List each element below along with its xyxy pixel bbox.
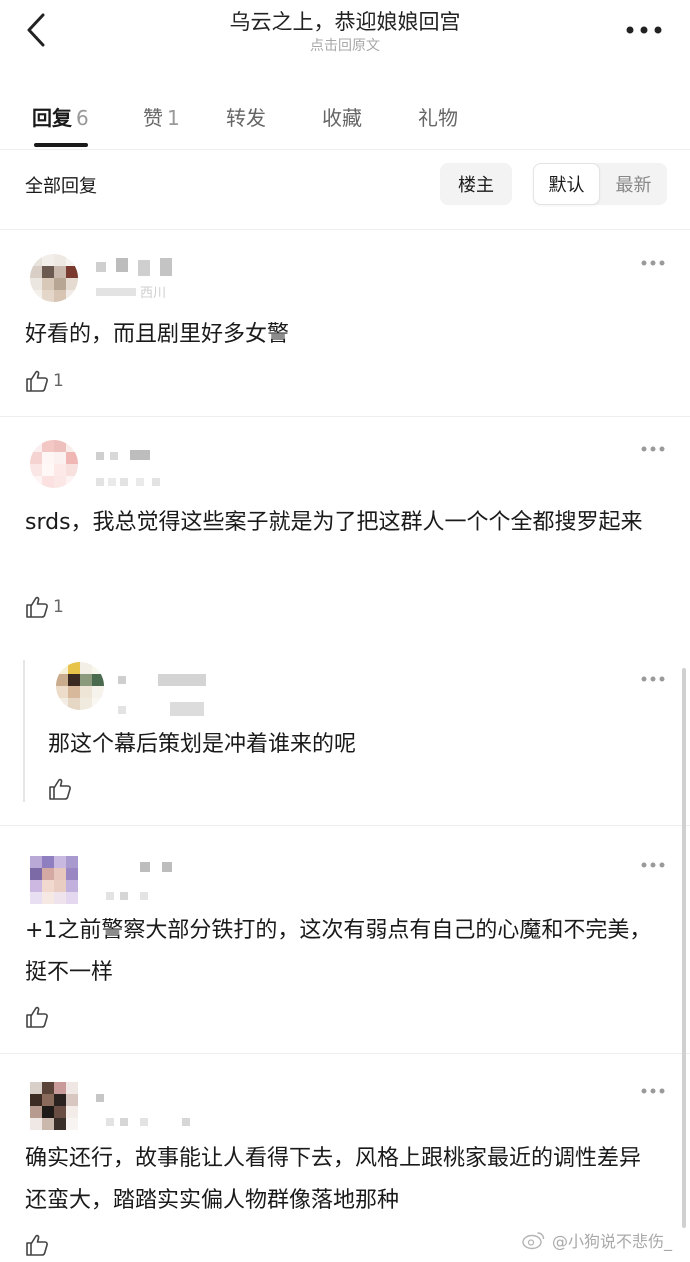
username-redacted[interactable] [118, 672, 206, 694]
sort-latest-button[interactable]: 最新 [600, 163, 667, 205]
comment-text: +1之前警察大部分铁打的，这次有弱点有自己的心魔和不完美，挺不一样 [25, 918, 652, 985]
more-dots-icon [641, 260, 665, 266]
post-title[interactable]: 乌云之上，恭迎娘娘回宫 [0, 6, 690, 36]
comment-item: 西川 好看的，而且剧里好多女警 1 [0, 232, 690, 417]
active-tab-indicator [34, 143, 88, 147]
scrollbar[interactable] [682, 668, 686, 1228]
meta-redacted [118, 700, 218, 716]
all-replies-label: 全部回复 [25, 176, 97, 197]
top-bar: 乌云之上，恭迎娘娘回宫 点击回原文 [0, 0, 690, 70]
comment-item: srds，我总觉得这些案子就是为了把这群人一个个全都搜罗起来 1 [0, 418, 690, 648]
weibo-icon [522, 1232, 545, 1250]
avatar[interactable] [30, 856, 78, 904]
more-dots-icon [641, 446, 665, 452]
watermark: @小狗说不悲伤_ [522, 1228, 672, 1252]
username-redacted[interactable] [110, 860, 190, 882]
avatar[interactable] [56, 662, 104, 710]
comment-text: 好看的，而且剧里好多女警 [25, 322, 290, 347]
like-count: 1 [53, 371, 64, 391]
thumbs-up-icon [26, 1006, 48, 1028]
comment-text: 确实还行，故事能让人看得下去，风格上跟桃家最近的调性差异还蛮大，踏踏实实偏人物群… [25, 1146, 642, 1213]
tab-likes[interactable]: 赞1 [143, 102, 180, 131]
like-button[interactable]: 1 [25, 368, 64, 394]
watermark-text: @小狗说不悲伤_ [551, 1232, 672, 1251]
sort-default-button[interactable]: 默认 [533, 163, 600, 205]
more-dots-icon [626, 26, 662, 34]
meta-redacted [96, 470, 196, 486]
tab-bar: 回复 6 赞1 转发 收藏 礼物 [0, 92, 690, 150]
comment-more-button[interactable] [640, 256, 666, 270]
tab-replies[interactable]: 回复 6 [32, 102, 89, 131]
meta-redacted [106, 1112, 206, 1128]
like-count: 1 [53, 597, 64, 617]
more-dots-icon [641, 676, 665, 682]
thumbs-up-icon [26, 596, 48, 618]
like-button[interactable]: 1 [25, 594, 64, 620]
filter-bar: 全部回复 楼主 默认 最新 [0, 160, 690, 230]
view-original-link[interactable]: 点击回原文 [0, 35, 690, 55]
sort-toggle: 默认 最新 [533, 163, 667, 205]
like-button[interactable] [48, 776, 76, 802]
tab-favorites[interactable]: 收藏 [322, 102, 362, 131]
meta-redacted [106, 886, 206, 902]
username-redacted[interactable] [96, 1086, 176, 1108]
more-dots-icon [641, 862, 665, 868]
thumbs-up-icon [49, 778, 71, 800]
tab-replies-label: 回复 [32, 106, 72, 130]
avatar[interactable] [30, 1082, 78, 1130]
location-text: 西川 [140, 286, 167, 301]
avatar[interactable] [30, 254, 78, 302]
comment-text: 那这个幕后策划是冲着谁来的呢 [48, 732, 357, 757]
more-dots-icon [641, 1088, 665, 1094]
like-button[interactable] [25, 1232, 53, 1258]
tab-likes-label: 赞 [143, 106, 163, 130]
username-redacted[interactable] [96, 258, 176, 280]
nested-reply: 那这个幕后策划是冲着谁来的呢 [0, 648, 690, 826]
comment-more-button[interactable] [640, 442, 666, 456]
tab-reposts[interactable]: 转发 [226, 102, 266, 131]
meta-redacted: 西川 [96, 284, 196, 301]
comment-more-button[interactable] [640, 858, 666, 872]
username-redacted[interactable] [96, 444, 176, 466]
comment-text: srds，我总觉得这些案子就是为了把这群人一个个全都搜罗起来 [25, 510, 643, 535]
more-button[interactable] [624, 18, 664, 42]
avatar[interactable] [30, 440, 78, 488]
author-only-button[interactable]: 楼主 [440, 163, 512, 205]
thumbs-up-icon [26, 1234, 48, 1256]
comment-more-button[interactable] [640, 672, 666, 686]
comment-more-button[interactable] [640, 1084, 666, 1098]
comment-item: +1之前警察大部分铁打的，这次有弱点有自己的心魔和不完美，挺不一样 [0, 834, 690, 1054]
tab-likes-count: 1 [167, 106, 180, 130]
like-button[interactable] [25, 1004, 53, 1030]
thumbs-up-icon [26, 370, 48, 392]
tab-gifts[interactable]: 礼物 [418, 102, 458, 131]
tab-replies-count: 6 [76, 106, 89, 130]
